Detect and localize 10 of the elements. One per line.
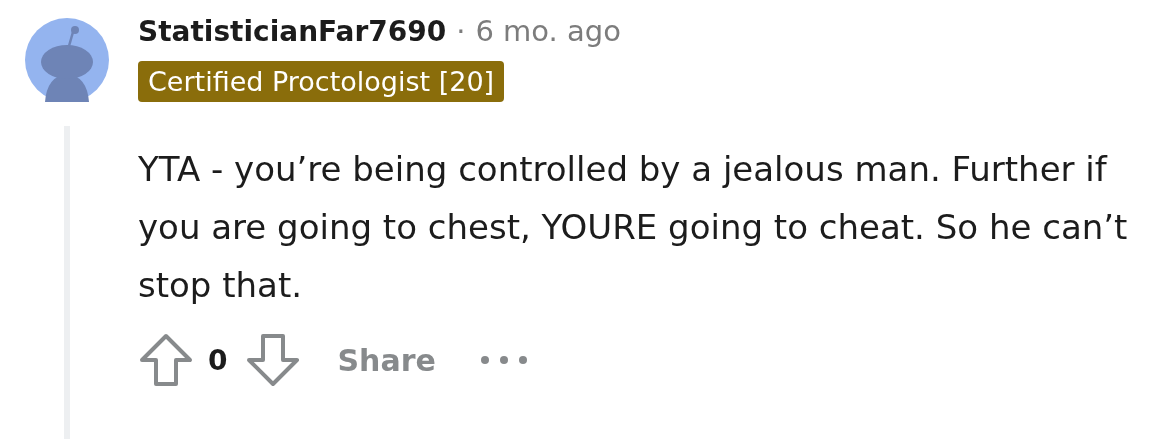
user-flair: Certified Proctologist [20] (138, 61, 505, 102)
downvote-icon[interactable] (245, 332, 302, 388)
separator-dot: · (456, 14, 466, 48)
vote-count: 0 (208, 343, 228, 377)
upvote-icon[interactable] (138, 332, 194, 388)
avatar-icon[interactable] (25, 18, 109, 102)
timestamp: 6 mo. ago (475, 14, 621, 48)
more-icon[interactable] (479, 355, 528, 365)
username[interactable]: StatisticianFar7690 (138, 15, 447, 48)
comment-text: YTA - you’re being controlled by a jealous man. Further if you are going to chest, YOURE going to cheat. So he can’t stop that. (138, 148, 1129, 307)
